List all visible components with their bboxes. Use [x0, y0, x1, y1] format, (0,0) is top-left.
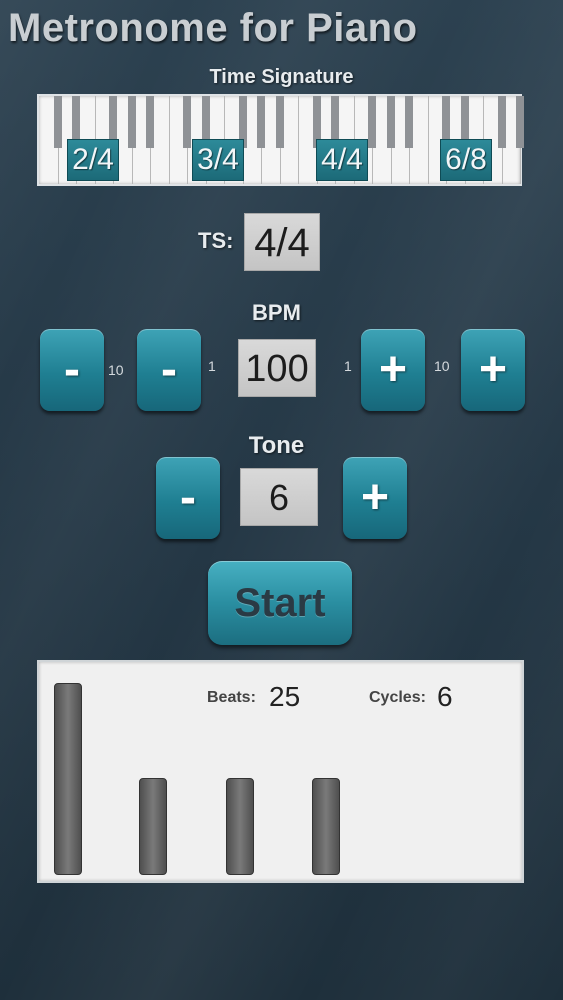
white-key-divider — [298, 96, 299, 184]
beat-visualizer-panel: Beats: 25 Cycles: 6 — [37, 660, 524, 883]
white-key-divider — [168, 96, 170, 184]
black-key — [516, 96, 524, 148]
tone-value: 6 — [240, 468, 318, 526]
bpm-plus-1-step: 1 — [344, 358, 352, 374]
black-key — [368, 96, 376, 148]
white-key-divider — [427, 96, 429, 184]
black-key — [127, 96, 136, 148]
bpm-minus-10-button[interactable]: - — [40, 329, 104, 411]
beats-value: 25 — [269, 681, 301, 712]
beats-label: Beats: — [207, 689, 256, 706]
tone-label: Tone — [248, 432, 305, 459]
black-key — [497, 96, 506, 148]
ts-option-3-4[interactable]: 3/4 — [192, 139, 244, 181]
black-key — [405, 96, 413, 148]
cycles-label: Cycles: — [369, 689, 426, 706]
ts-label: TS: — [198, 228, 234, 253]
bpm-minus-10-step: 10 — [108, 362, 124, 378]
black-key — [386, 96, 395, 148]
cycles-value: 6 — [437, 681, 453, 712]
app-title: Metronome for Piano — [8, 6, 418, 50]
black-key — [183, 96, 191, 148]
black-key — [53, 96, 62, 148]
beat-bar — [226, 778, 254, 875]
black-key — [146, 96, 154, 148]
black-key — [275, 96, 284, 148]
beat-bar — [139, 778, 167, 875]
bpm-minus-1-button[interactable]: - — [137, 329, 201, 411]
bpm-value: 100 — [238, 339, 316, 397]
tone-plus-button[interactable]: + — [343, 457, 407, 539]
bpm-minus-1-step: 1 — [208, 358, 216, 374]
ts-option-4-4[interactable]: 4/4 — [316, 139, 368, 181]
tone-minus-button[interactable]: - — [156, 457, 220, 539]
bpm-plus-10-step: 10 — [434, 358, 450, 374]
ts-value: 4/4 — [244, 213, 320, 271]
ts-option-2-4[interactable]: 2/4 — [67, 139, 119, 181]
bpm-plus-1-button[interactable]: + — [361, 329, 425, 411]
beat-bar — [54, 683, 82, 875]
black-key — [257, 96, 265, 148]
bpm-plus-10-button[interactable]: + — [461, 329, 525, 411]
beat-bar — [312, 778, 340, 875]
ts-option-6-8[interactable]: 6/8 — [440, 139, 492, 181]
start-button[interactable]: Start — [208, 561, 352, 645]
time-signature-label: Time Signature — [209, 66, 354, 88]
piano-keyboard: 2/4 3/4 4/4 6/8 — [37, 94, 524, 186]
bpm-label: BPM — [252, 300, 301, 325]
